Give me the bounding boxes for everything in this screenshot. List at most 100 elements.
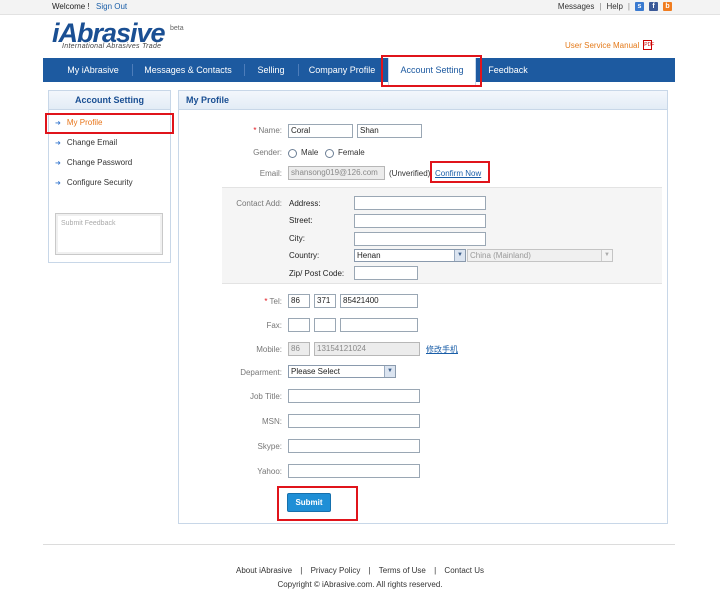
job-title-input[interactable]	[288, 389, 420, 403]
tel-label: * Tel:	[220, 297, 282, 306]
arrow-right-icon: ➜	[55, 140, 61, 147]
facebook-icon[interactable]: f	[649, 2, 658, 11]
sidebar-item-label: Change Password	[66, 158, 133, 167]
footer-links: About iAbrasive | Privacy Policy | Terms…	[0, 566, 720, 575]
nav-company-profile[interactable]: Company Profile	[299, 58, 385, 82]
user-service-manual-label: User Service Manual	[565, 40, 640, 50]
sidebar-item-label: Configure Security	[66, 178, 133, 187]
mobile-number-input: 13154121024	[314, 342, 420, 356]
gender-female-label: Female	[338, 148, 365, 157]
sidebar-item-configure-security[interactable]: ➜ Configure Security	[55, 178, 133, 187]
nav-selling[interactable]: Selling	[245, 58, 297, 82]
nav-feedback[interactable]: Feedback	[479, 58, 537, 82]
street-label: Street:	[289, 216, 313, 225]
highlight-account-setting	[381, 55, 482, 87]
sidebar-title: Account Setting	[49, 91, 170, 110]
email-label: Email:	[259, 169, 282, 178]
nav-messages-contacts[interactable]: Messages & Contacts	[133, 58, 243, 82]
tel-number-input[interactable]: 85421400	[340, 294, 418, 308]
fax-country-input[interactable]	[288, 318, 310, 332]
footer-about-link[interactable]: About iAbrasive	[236, 566, 292, 575]
city-input[interactable]	[354, 232, 486, 246]
msn-input[interactable]	[288, 414, 420, 428]
logo-tagline: International Abrasives Trade	[62, 43, 162, 50]
nav-my-iabrasive[interactable]: My iAbrasive	[55, 58, 131, 82]
feedback-textarea[interactable]: Submit Feedback	[55, 213, 163, 255]
feedback-placeholder: Submit Feedback	[61, 220, 116, 227]
mobile-country-input: 86	[288, 342, 310, 356]
tel-country-input[interactable]: 86	[288, 294, 310, 308]
copyright-text: Copyright © iAbrasive.com. All rights re…	[277, 580, 443, 589]
province-select[interactable]: Henan ▼	[354, 249, 466, 262]
msn-label: MSN:	[262, 417, 282, 426]
footer-separator: |	[300, 566, 303, 575]
zip-input[interactable]	[354, 266, 418, 280]
gender-male-radio[interactable]	[288, 149, 297, 158]
department-select[interactable]: Please Select ▼	[288, 365, 396, 378]
footer-separator: |	[434, 566, 437, 575]
chevron-down-icon: ▼	[454, 250, 465, 261]
address-input[interactable]	[354, 196, 486, 210]
fax-area-input[interactable]	[314, 318, 336, 332]
highlight-confirm-now	[430, 161, 490, 183]
gender-female-radio[interactable]	[325, 149, 334, 158]
first-name-input[interactable]: Coral	[288, 124, 353, 138]
required-star: *	[253, 126, 257, 135]
street-input[interactable]	[354, 214, 486, 228]
tel-area-input[interactable]: 371	[314, 294, 336, 308]
mobile-label: Mobile:	[256, 345, 282, 354]
footer-divider	[43, 544, 675, 545]
logo-beta-label: beta	[170, 25, 184, 32]
blogger-icon[interactable]: b	[663, 2, 672, 11]
help-link[interactable]: Help	[606, 2, 622, 11]
panel-title: My Profile	[179, 91, 667, 110]
footer-terms-link[interactable]: Terms of Use	[379, 566, 426, 575]
fax-number-input[interactable]	[340, 318, 418, 332]
top-separator: |	[599, 2, 602, 11]
sidebar-item-change-email[interactable]: ➜ Change Email	[55, 138, 117, 147]
pdf-icon: PDF	[643, 40, 655, 50]
job-title-label: Job Title:	[249, 392, 282, 401]
fax-label: Fax:	[266, 321, 282, 330]
skype-label: Skype:	[257, 442, 282, 451]
chevron-down-icon: ▼	[384, 366, 395, 377]
messages-link[interactable]: Messages	[558, 2, 594, 11]
user-service-manual-link[interactable]: User Service Manual PDF	[565, 40, 655, 50]
name-label-text: Name:	[258, 126, 282, 135]
footer-privacy-link[interactable]: Privacy Policy	[311, 566, 361, 575]
province-value: Henan	[357, 251, 381, 260]
country-value: China (Mainland)	[470, 251, 531, 260]
top-links: Messages | Help | s f b	[558, 2, 672, 11]
arrow-right-icon: ➜	[55, 180, 61, 187]
skype-input[interactable]	[288, 439, 420, 453]
department-label: Deparment:	[240, 368, 282, 377]
sign-out-link[interactable]: Sign Out	[96, 2, 127, 11]
chevron-down-icon: ▼	[601, 250, 612, 261]
welcome-text: Welcome !	[52, 2, 90, 11]
last-name-input[interactable]: Shan	[357, 124, 422, 138]
country-select: China (Mainland) ▼	[467, 249, 613, 262]
country-label: Country:	[289, 251, 320, 260]
skype-icon[interactable]: s	[635, 2, 644, 11]
contact-add-label: Contact Add:	[236, 199, 282, 208]
sidebar-item-change-password[interactable]: ➜ Change Password	[55, 158, 132, 167]
name-label: * Name:	[220, 126, 282, 135]
yahoo-input[interactable]	[288, 464, 420, 478]
sidebar-item-label: Change Email	[66, 138, 118, 147]
footer-contact-link[interactable]: Contact Us	[444, 566, 484, 575]
change-mobile-link[interactable]: 修改手机	[426, 344, 458, 355]
department-value: Please Select	[291, 367, 340, 376]
required-star: *	[264, 297, 268, 306]
tel-label-text: Tel:	[269, 297, 282, 306]
arrow-right-icon: ➜	[55, 160, 61, 167]
email-status: (Unverified)	[389, 169, 431, 178]
address-label: Address:	[289, 199, 321, 208]
gender-male-label: Male	[301, 148, 319, 157]
gender-label: Gender:	[253, 148, 282, 157]
yahoo-label: Yahoo:	[257, 467, 282, 476]
top-separator: |	[627, 2, 630, 11]
main-nav: My iAbrasive Messages & Contacts Selling…	[43, 58, 675, 85]
footer-separator: |	[368, 566, 371, 575]
zip-label: Zip/ Post Code:	[289, 269, 345, 278]
highlight-submit	[277, 486, 358, 521]
